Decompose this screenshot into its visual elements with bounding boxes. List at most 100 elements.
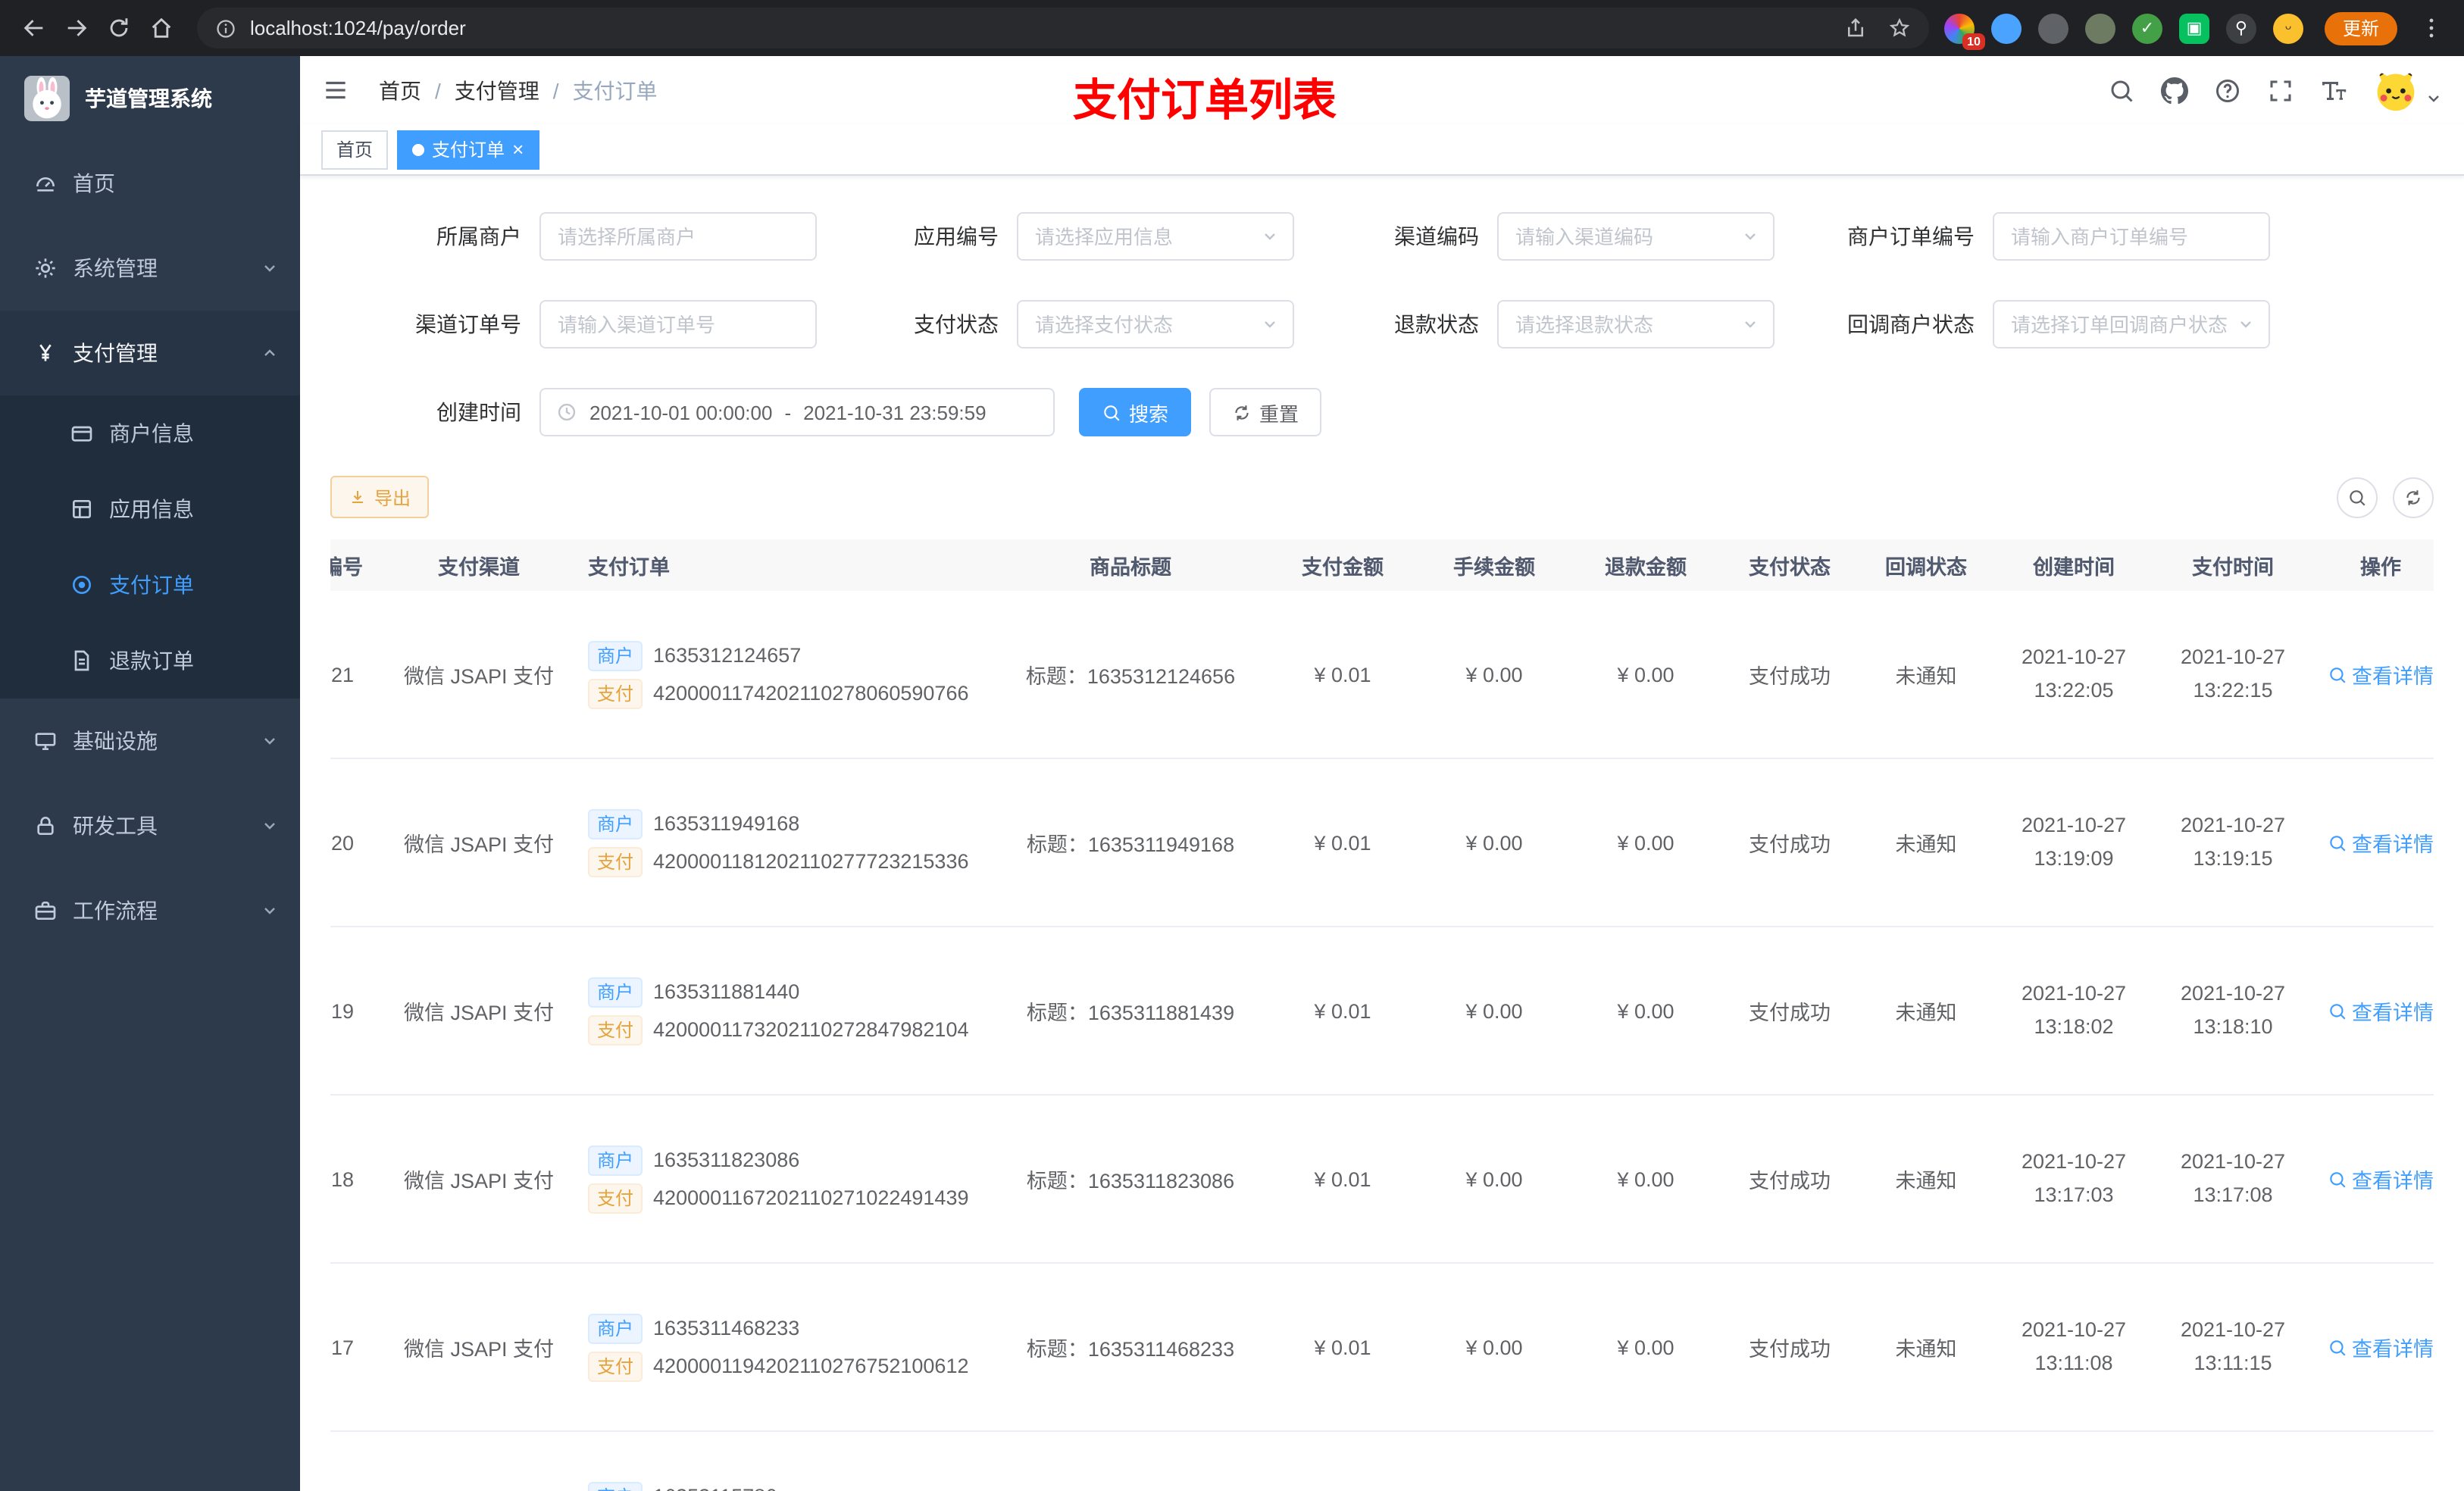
github-icon[interactable]	[2161, 77, 2188, 104]
cell-pay-channel: 微信 JSAPI 支付	[403, 1002, 554, 1024]
view-detail-link[interactable]: 查看详情	[2328, 827, 2434, 858]
bookmark-star-icon[interactable]	[1888, 17, 1911, 39]
extension-drop-icon[interactable]	[1990, 13, 2022, 43]
channel-order-no-field[interactable]	[558, 313, 799, 336]
extension-colorwheel-icon[interactable]: 10	[1943, 13, 1985, 49]
site-info-icon[interactable]	[215, 17, 236, 39]
sidebar-toggle[interactable]	[321, 73, 355, 107]
export-button[interactable]: 导出	[330, 476, 430, 518]
view-detail-link[interactable]: 查看详情	[2328, 1332, 2434, 1362]
view-detail-link[interactable]: 查看详情	[2328, 1164, 2434, 1194]
merchant-order-no-field[interactable]	[2011, 225, 2252, 248]
chevron-down-icon	[261, 817, 279, 835]
app-no-select[interactable]	[1017, 212, 1294, 261]
merchant-input[interactable]	[539, 212, 817, 261]
merchant-order-line: 商户 1635311881440	[588, 977, 994, 1007]
page-banner-title: 支付订单列表	[1073, 77, 1337, 126]
header-search-icon[interactable]	[2108, 77, 2135, 104]
app-no-select-field[interactable]	[1035, 225, 1276, 248]
reset-button[interactable]: 重置	[1209, 388, 1322, 436]
range-end: 2021-10-31 23:59:59	[803, 401, 987, 424]
col-header-create-time: 创建时间	[2033, 556, 2115, 579]
fullscreen-icon[interactable]	[2267, 77, 2294, 104]
sidebar-item-system[interactable]: 系统管理	[0, 226, 300, 311]
breadcrumb-home[interactable]: 首页	[379, 75, 421, 105]
pay-status-field[interactable]	[1035, 313, 1276, 336]
user-menu[interactable]	[2373, 67, 2443, 113]
merchant-input-field[interactable]	[558, 225, 799, 248]
font-size-icon[interactable]	[2320, 77, 2347, 104]
browser-update-button[interactable]: 更新	[2324, 11, 2397, 45]
app-title: 芋道管理系统	[85, 86, 212, 111]
sidebar-item-home[interactable]: 首页	[0, 141, 300, 226]
cell-fee-amount: ¥ 0.00	[1465, 663, 1523, 686]
extension-olive-icon[interactable]	[2084, 13, 2115, 43]
table-row: 21 微信 JSAPI 支付 商户 1635312124657 支付 42000…	[330, 591, 2434, 759]
callback-status-select[interactable]	[1993, 300, 2270, 349]
cell-refund-amount: ¥ 0.00	[1617, 831, 1674, 854]
channel-order-no-label: 渠道订单号	[415, 312, 521, 336]
help-icon[interactable]	[2214, 77, 2241, 104]
dot-circle-icon	[70, 573, 94, 597]
user-avatar[interactable]	[2373, 67, 2419, 113]
browser-reload-button[interactable]	[97, 7, 139, 49]
merchant-order-no: 1635311468233	[653, 1317, 800, 1339]
cell-pay-channel: 微信 JSAPI 支付	[403, 665, 554, 688]
cell-pay-order: 商户 16353115786 支付	[570, 1474, 994, 1491]
sidebar-item-dev-tools[interactable]: 研发工具	[0, 783, 300, 868]
refund-status-field[interactable]	[1515, 313, 1756, 336]
sidebar-item-label: 工作流程	[73, 899, 158, 923]
browser-forward-button[interactable]	[55, 7, 97, 49]
sidebar-item-infra[interactable]: 基础设施	[0, 699, 300, 783]
table-toolbar: 导出	[330, 476, 2434, 518]
cell-pay-order: 商户 1635311823086 支付 42000011672021102710…	[570, 1137, 994, 1221]
refresh-table-button[interactable]	[2393, 477, 2434, 517]
cell-action: 查看详情	[2312, 1164, 2434, 1194]
callback-status-field[interactable]	[2011, 313, 2252, 336]
sidebar-item-pay-order[interactable]: 支付订单	[0, 547, 300, 623]
address-bar[interactable]: localhost:1024/pay/order	[197, 8, 1929, 48]
view-detail-link[interactable]: 查看详情	[2328, 996, 2434, 1026]
create-time-label: 创建时间	[436, 400, 521, 424]
magnifier-icon	[2328, 1001, 2347, 1021]
sidebar-item-label: 应用信息	[109, 497, 194, 521]
clock-icon	[556, 402, 577, 423]
browser-back-button[interactable]	[12, 7, 55, 49]
tab-home[interactable]: 首页	[321, 130, 389, 169]
view-detail-link[interactable]: 查看详情	[2328, 659, 2434, 689]
sidebar-item-payment[interactable]: 支付管理	[0, 311, 300, 395]
channel-code-field[interactable]	[1515, 225, 1756, 248]
search-button[interactable]: 搜索	[1079, 388, 1192, 436]
active-tab-dot	[412, 143, 425, 155]
pay-status-select[interactable]	[1017, 300, 1294, 349]
tab-close-icon[interactable]: ×	[512, 139, 524, 159]
sidebar-item-refund-order[interactable]: 退款订单	[0, 623, 300, 699]
pay-tag: 支付	[588, 846, 643, 877]
refund-status-select[interactable]	[1497, 300, 1775, 349]
breadcrumb-payment[interactable]: 支付管理	[455, 75, 539, 105]
browser-menu-button[interactable]	[2409, 7, 2452, 49]
sidebar-item-workflow[interactable]: 工作流程	[0, 868, 300, 953]
browser-home-button[interactable]	[139, 7, 182, 49]
channel-order-no-input[interactable]	[539, 300, 817, 349]
cell-pay-status: 支付成功	[1749, 1338, 1831, 1361]
extension-green-check-icon[interactable]: ✓	[2131, 13, 2162, 43]
chevron-down-icon	[1741, 315, 1759, 333]
toggle-search-button[interactable]	[2337, 477, 2378, 517]
merchant-order-line: 商户 1635311949168	[588, 808, 994, 839]
sidebar-item-merchant-info[interactable]: 商户信息	[0, 395, 300, 471]
cell-id: 17	[330, 1336, 355, 1358]
extensions-puzzle-icon[interactable]: ⚲	[2225, 13, 2256, 43]
create-time-range-picker[interactable]: 2021-10-01 00:00:00 - 2021-10-31 23:59:5…	[539, 388, 1055, 436]
channel-code-select[interactable]	[1497, 212, 1775, 261]
extension-chat-icon[interactable]: ▣	[2178, 13, 2209, 43]
cell-action: 查看详情	[2312, 996, 2434, 1026]
share-icon[interactable]	[1844, 17, 1867, 39]
tab-pay-order[interactable]: 支付订单 ×	[397, 130, 539, 169]
extension-dark-icon[interactable]	[2037, 13, 2068, 43]
extension-emoji-icon[interactable]: ᵕ	[2272, 13, 2303, 43]
sidebar-item-app-info[interactable]: 应用信息	[0, 471, 300, 547]
cell-pay-amount: ¥ 0.01	[1314, 831, 1371, 854]
gear-icon	[33, 256, 58, 280]
merchant-order-no-input[interactable]	[1993, 212, 2270, 261]
